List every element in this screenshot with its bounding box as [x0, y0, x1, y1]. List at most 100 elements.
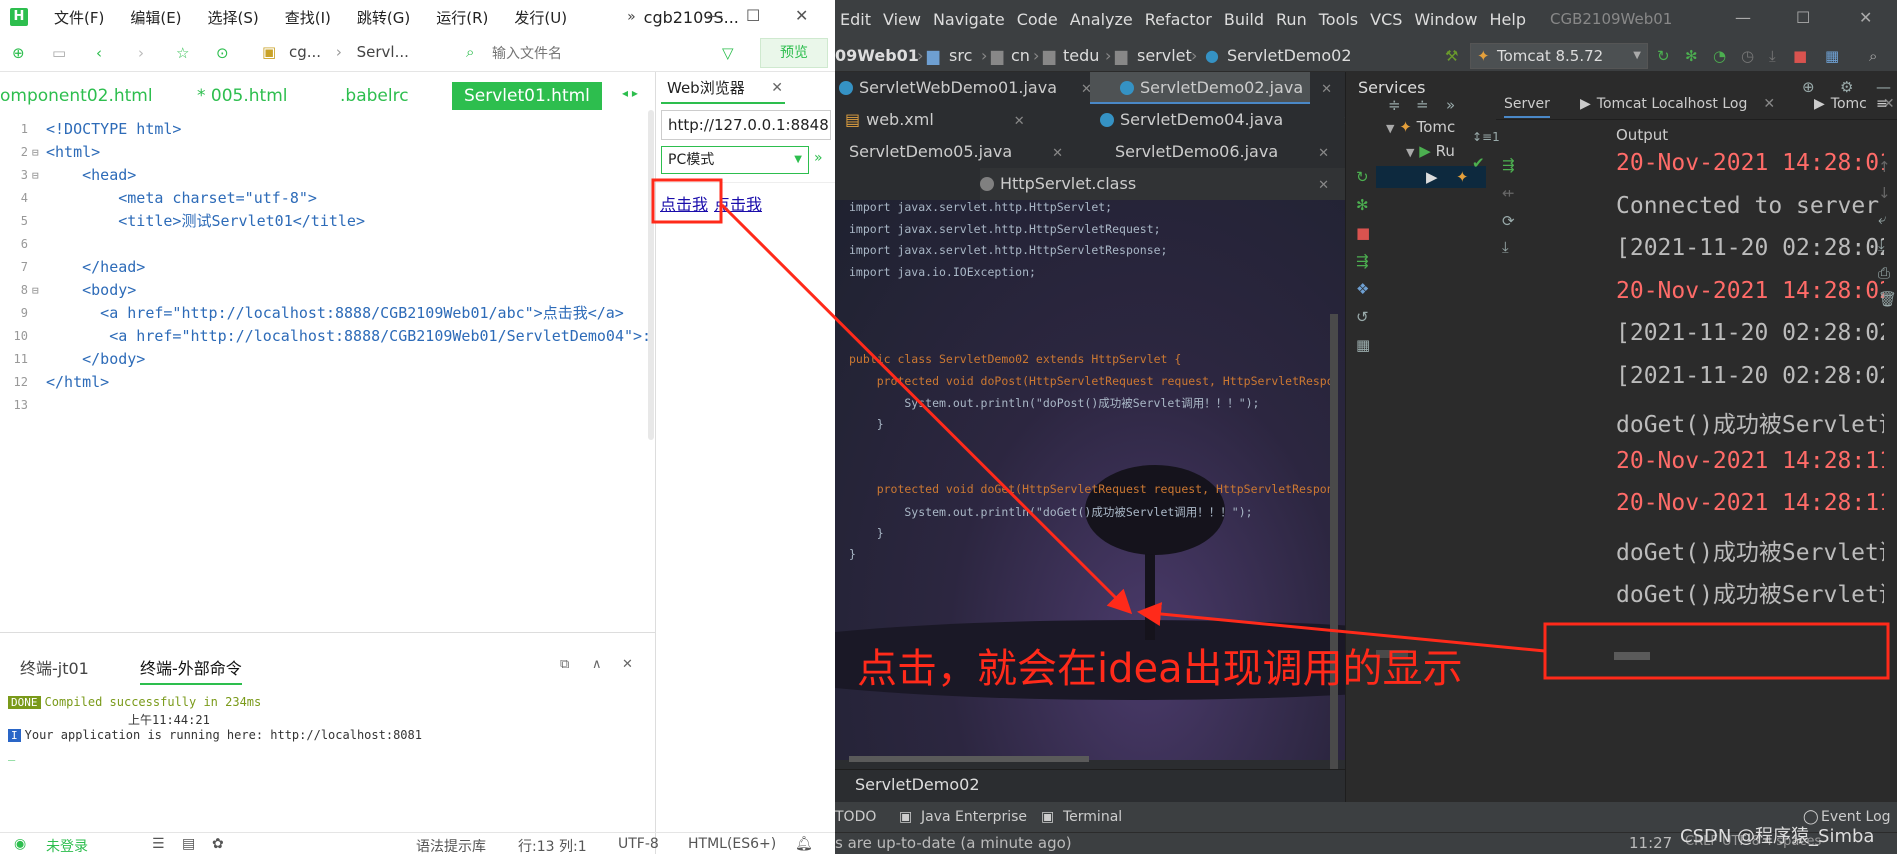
idea-menu-run[interactable]: Run: [1276, 10, 1307, 29]
editor-tab[interactable]: ServletDemo04.java✕: [1090, 104, 1354, 136]
breadcrumb-class[interactable]: ServletDemo02: [1227, 46, 1352, 65]
save-icon[interactable]: ▭: [52, 44, 66, 62]
svc-tab-server[interactable]: Server: [1504, 96, 1550, 118]
arrow-down-icon[interactable]: ↓: [1878, 184, 1891, 202]
console-horizontal-scrollbar[interactable]: [1614, 652, 1650, 660]
rerun-icon[interactable]: ↻: [1356, 168, 1369, 186]
editor-scrollbar[interactable]: [648, 110, 654, 440]
breadcrumb-tedu[interactable]: tedu: [1063, 46, 1099, 65]
refresh-icon[interactable]: ↺: [1356, 308, 1369, 326]
project-path-breadcrumb[interactable]: ▣ cg... › Servl...: [262, 43, 462, 65]
profile-icon[interactable]: ◷: [1741, 47, 1754, 65]
breadcrumb-cn[interactable]: cn: [1011, 46, 1030, 65]
hbx-menu-find[interactable]: 查找(I): [285, 7, 331, 28]
editor-tab[interactable]: ▤ web.xml ✕: [845, 104, 1065, 136]
path-segment[interactable]: cg...: [289, 43, 321, 61]
close-icon[interactable]: ✕: [1321, 82, 1332, 97]
editor-tab-active[interactable]: Servlet01.html: [452, 82, 602, 110]
debug-icon[interactable]: ✻: [1685, 47, 1698, 65]
list-icon[interactable]: ☰: [152, 836, 165, 852]
run-icon[interactable]: ⊙: [216, 44, 229, 62]
java-enterprise-tab[interactable]: Java Enterprise: [921, 809, 1027, 825]
bell-icon[interactable]: 🔔︎: [795, 836, 813, 852]
breadcrumb-src[interactable]: src: [949, 46, 972, 65]
scroll-to-end-icon[interactable]: ⤓: [1878, 236, 1885, 254]
coverage-icon[interactable]: ◔: [1713, 47, 1726, 65]
trash-icon[interactable]: 🗑︎: [1878, 290, 1897, 308]
idea-menu-help[interactable]: Help: [1490, 10, 1526, 29]
path-segment[interactable]: Servl...: [357, 43, 409, 61]
editor-scrollbar[interactable]: [1330, 314, 1338, 784]
terminal-tab-active[interactable]: 终端-外部命令: [140, 655, 242, 685]
editor-tab[interactable]: .babelrc: [340, 82, 409, 110]
hbx-code-editor[interactable]: 1 <!DOCTYPE html> 2 ⊟ <html> 3 ⊟ <head> 4 <meta…: [0, 118, 652, 628]
close-icon[interactable]: ✕: [622, 657, 633, 672]
fold-toggle-icon[interactable]: ⊟: [32, 164, 39, 187]
browser-tab[interactable]: Web浏览器 ✕: [661, 72, 785, 104]
editor-tab[interactable]: ServletDemo05.java ✕: [849, 136, 1079, 168]
run-config-select[interactable]: ✦ Tomcat 8.5.72 ▼: [1470, 43, 1648, 69]
expand-all-icon[interactable]: ≑: [1388, 96, 1401, 114]
plugin-icon[interactable]: ✿: [212, 836, 224, 852]
tab-overflow-icon[interactable]: ≡: [1876, 96, 1888, 112]
editor-tab[interactable]: * 005.html: [197, 82, 287, 110]
group-count-icon[interactable]: ↕≡1: [1472, 130, 1500, 144]
editor-tab[interactable]: omponent02.html: [0, 82, 153, 110]
idea-menu-code[interactable]: Code: [1017, 10, 1058, 29]
terminal-icon[interactable]: ▤: [182, 836, 195, 852]
idea-menu-window[interactable]: Window: [1414, 10, 1477, 29]
close-icon[interactable]: ✕: [795, 6, 808, 25]
sync-icon[interactable]: ⟳: [1502, 212, 1515, 230]
hbx-menu-run[interactable]: 运行(R): [436, 7, 488, 28]
preview-button[interactable]: 预览: [760, 38, 828, 68]
minimize-icon[interactable]: —: [1735, 8, 1751, 27]
idea-menu-refactor[interactable]: Refactor: [1145, 10, 1212, 29]
tree-node-tomcat[interactable]: ▼ ✦ Tomc: [1386, 118, 1455, 136]
new-file-icon[interactable]: ⊕: [12, 44, 25, 62]
tab-scroll-arrows-icon[interactable]: ◂ ▸: [622, 86, 638, 100]
browser-url-field[interactable]: http://127.0.0.1:8848: [661, 110, 831, 140]
breadcrumb-servlet[interactable]: servlet: [1137, 46, 1192, 65]
close-icon[interactable]: ✕: [1052, 146, 1063, 161]
close-icon[interactable]: ✕: [1859, 8, 1872, 27]
more-icon[interactable]: »: [814, 150, 823, 166]
chevron-right-icon[interactable]: »: [627, 9, 636, 25]
fold-toggle-icon[interactable]: ⊟: [32, 141, 39, 164]
breadcrumb-project[interactable]: 09Web01: [835, 46, 919, 65]
terminal-tab[interactable]: 终端-jt01: [20, 655, 89, 679]
page-link-click-me-1[interactable]: 点击我: [660, 191, 708, 215]
stop-icon[interactable]: ■: [1793, 47, 1807, 65]
svc-tab-localhost-log[interactable]: ▶ Tomcat Localhost Log ✕: [1580, 96, 1775, 112]
terminal-cursor[interactable]: _: [8, 747, 15, 761]
browser-mode-select[interactable]: PC模式 ▼: [661, 146, 809, 174]
close-icon[interactable]: ✕: [771, 72, 783, 104]
close-icon[interactable]: ✕: [1318, 146, 1329, 161]
status-message[interactable]: s are up-to-date (a minute ago): [835, 834, 1072, 852]
file-language[interactable]: HTML(ES6+): [688, 836, 776, 852]
editor-horizontal-scrollbar[interactable]: [849, 756, 1089, 762]
debug-icon[interactable]: ✻: [1356, 196, 1369, 214]
forward-icon[interactable]: ›: [138, 44, 144, 62]
idea-menu-analyze[interactable]: Analyze: [1070, 10, 1133, 29]
file-encoding[interactable]: UTF-8: [618, 836, 659, 852]
attach-icon[interactable]: ⤓: [1769, 47, 1776, 65]
file-search-input[interactable]: [462, 40, 752, 66]
maximize-icon[interactable]: ☐: [1796, 8, 1810, 27]
hbx-menu-edit[interactable]: 编辑(E): [130, 7, 181, 28]
editor-tab[interactable]: HttpServlet.class ✕: [980, 168, 1345, 200]
arrow-up-icon[interactable]: ↑: [1878, 158, 1891, 176]
tree-node-running[interactable]: ▼ ▶ Ru: [1406, 142, 1455, 160]
idea-menu-tools[interactable]: Tools: [1319, 10, 1358, 29]
filter-icon[interactable]: ▽: [722, 44, 734, 62]
maximize-icon[interactable]: ☐: [746, 6, 760, 25]
search-everywhere-icon[interactable]: ⌕: [1869, 47, 1877, 65]
tree-node-selected[interactable]: ▶ ✦: [1376, 166, 1486, 188]
collapse-all-icon[interactable]: ≐: [1416, 96, 1429, 114]
idea-menu-edit[interactable]: Edit: [840, 10, 871, 29]
layout-icon[interactable]: ▦: [1356, 336, 1370, 354]
stop-icon[interactable]: ■: [1356, 224, 1370, 242]
syntax-hint-library[interactable]: 语法提示库: [416, 836, 486, 854]
star-icon[interactable]: ☆: [176, 44, 189, 62]
back-icon[interactable]: ‹: [96, 44, 102, 62]
todo-tab[interactable]: TODO: [835, 809, 876, 825]
